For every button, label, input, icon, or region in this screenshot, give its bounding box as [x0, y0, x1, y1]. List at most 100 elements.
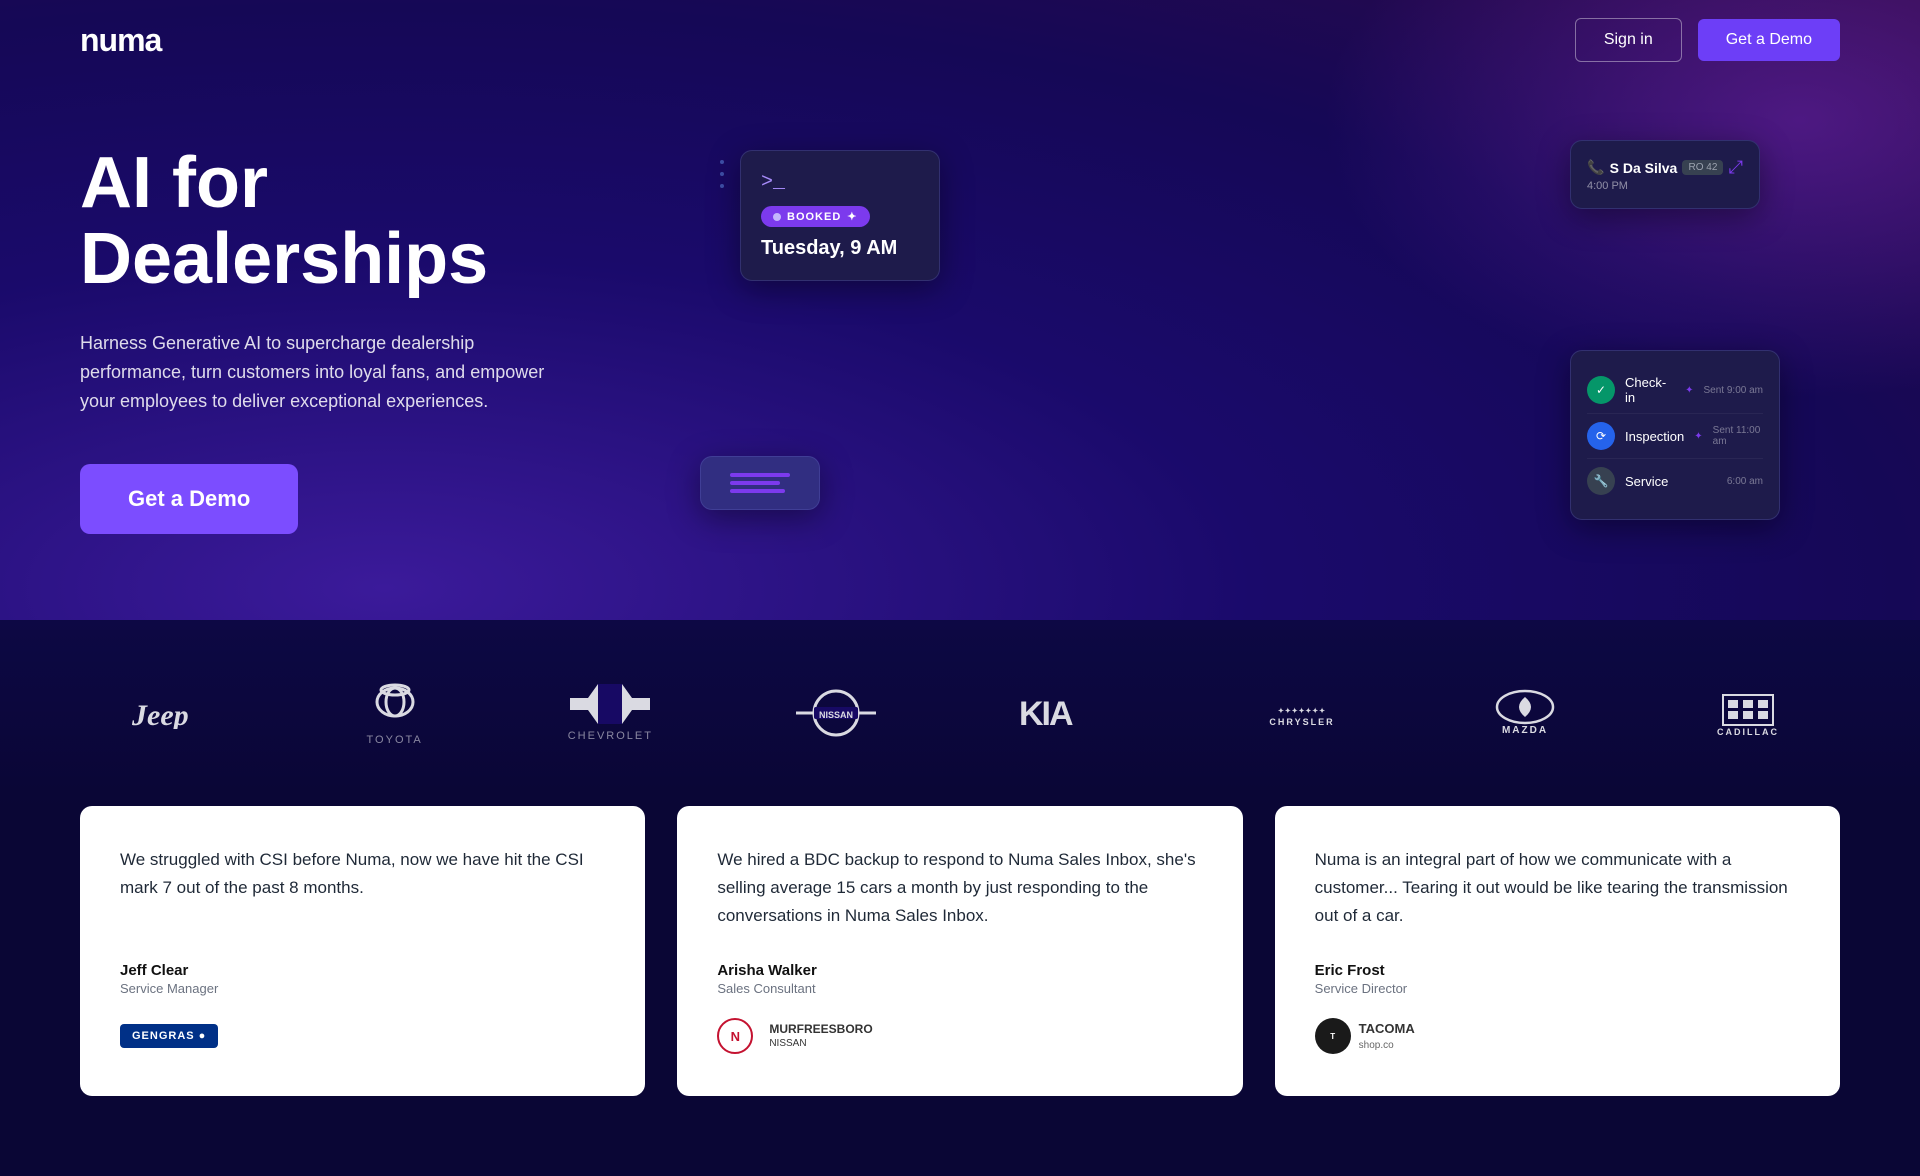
timeline-label-service: Service: [1625, 474, 1717, 489]
murfreesboro-text-block: MURFREESBORO NISSAN: [769, 1022, 872, 1051]
toyota-sub-label: TOYOTA: [367, 734, 423, 746]
contact-time: 4:00 PM: [1587, 180, 1743, 192]
timeline-dot-green: ✓: [1587, 376, 1615, 404]
chevrolet-sub-label: CHEVROLET: [568, 730, 653, 742]
testimonial-logo-1: GENGRAS ●: [120, 1016, 605, 1056]
testimonial-logo-2: N MURFREESBORO NISSAN: [717, 1016, 1202, 1056]
signin-button[interactable]: Sign in: [1575, 18, 1682, 62]
brand-jeep: Jeep: [132, 697, 222, 729]
tacoma-logo: T TACOMAshop.co: [1315, 1018, 1415, 1054]
svg-text:NISSAN: NISSAN: [819, 710, 853, 720]
gengras-logo: GENGRAS ●: [120, 1024, 218, 1048]
contact-name: S Da Silva: [1610, 160, 1678, 176]
contact-row: 📞 S Da Silva RO 42 ⤢: [1587, 157, 1743, 178]
jeep-logo-svg: Jeep: [132, 697, 222, 729]
testimonial-author-block-2: Arisha Walker Sales Consultant N MURFREE…: [717, 962, 1202, 1056]
brand-cadillac: CADILLAC: [1708, 687, 1788, 739]
timeline-sparkle-checkin: ✦: [1685, 385, 1693, 396]
hero-title: AI for Dealerships: [80, 146, 680, 297]
timeline-item-service: 🔧 Service 6:00 am: [1587, 459, 1763, 503]
mock-contact-card: 📞 S Da Silva RO 42 ⤢ 4:00 PM: [1570, 140, 1760, 209]
testimonial-role-2: Sales Consultant: [717, 981, 1202, 996]
msg-line-3: [730, 489, 785, 493]
mock-message-card: [700, 456, 820, 510]
cadillac-logo-svg: CADILLAC: [1708, 687, 1788, 739]
timeline-label-checkin: Check-in: [1625, 375, 1675, 405]
testimonial-text-3: Numa is an integral part of how we commu…: [1315, 846, 1800, 930]
dot: [720, 172, 724, 176]
brand-toyota: TOYOTA: [365, 680, 425, 746]
terminal-prompt-icon: >_: [761, 171, 919, 194]
brands-row: Jeep TOYOTA: [80, 680, 1840, 746]
brands-section: Jeep TOYOTA: [0, 620, 1920, 806]
svg-text:✦✦✦✦✦✦✦: ✦✦✦✦✦✦✦: [1278, 707, 1326, 715]
brand-mazda: MAZDA: [1485, 687, 1565, 739]
svg-text:Jeep: Jeep: [132, 699, 189, 729]
hero-left: AI for Dealerships Harness Generative AI…: [80, 146, 680, 534]
get-demo-hero-button[interactable]: Get a Demo: [80, 464, 298, 534]
testimonial-author-2: Arisha Walker: [717, 962, 1202, 979]
brand-chevrolet: CHEVROLET: [568, 684, 653, 742]
page-wrapper: numa Sign in Get a Demo AI for Dealershi…: [0, 0, 1920, 1176]
nav-right: Sign in Get a Demo: [1575, 18, 1840, 62]
testimonial-role-1: Service Manager: [120, 981, 605, 996]
testimonial-text-2: We hired a BDC backup to respond to Numa…: [717, 846, 1202, 930]
svg-text:KIA: KIA: [1019, 695, 1073, 731]
testimonial-logo-3: T TACOMAshop.co: [1315, 1016, 1800, 1056]
message-lines-icon: [730, 473, 790, 493]
timeline-dot-gray: 🔧: [1587, 467, 1615, 495]
msg-line-2: [730, 481, 780, 485]
testimonial-author-block-1: Jeff Clear Service Manager GENGRAS ●: [120, 962, 605, 1056]
msg-line-1: [730, 473, 790, 477]
nissan-small-logo: N: [717, 1018, 753, 1054]
testimonial-card-2: We hired a BDC backup to respond to Numa…: [677, 806, 1242, 1096]
svg-text:MAZDA: MAZDA: [1502, 725, 1548, 736]
timeline-time-checkin: Sent 9:00 am: [1704, 385, 1763, 396]
booked-star-icon: ✦: [847, 210, 857, 223]
hero-subtitle: Harness Generative AI to supercharge dea…: [80, 329, 560, 415]
mazda-logo-svg: MAZDA: [1485, 687, 1565, 739]
timeline-item-inspection: ⟳ Inspection ✦ Sent 11:00 am: [1587, 414, 1763, 459]
testimonials-grid: We struggled with CSI before Numa, now w…: [80, 806, 1840, 1096]
murfreesboro-text: MURFREESBORO: [769, 1022, 872, 1038]
testimonial-author-block-3: Eric Frost Service Director T TACOMAshop…: [1315, 962, 1800, 1056]
timeline-time-service: 6:00 am: [1727, 476, 1763, 487]
nissan-label: NISSAN: [769, 1037, 872, 1050]
testimonial-card-3: Numa is an integral part of how we commu…: [1275, 806, 1840, 1096]
nissan-logo-svg: NISSAN: [796, 689, 876, 737]
dot: [720, 160, 724, 164]
testimonials-section: We struggled with CSI before Numa, now w…: [0, 806, 1920, 1176]
mock-timeline-card: ✓ Check-in ✦ Sent 9:00 am ⟳ Inspection ✦…: [1570, 350, 1780, 520]
chevrolet-logo-svg: [570, 684, 650, 724]
brand-kia: KIA: [1019, 695, 1119, 731]
contact-ro-badge: RO 42: [1682, 160, 1723, 175]
expand-icon: ⤢: [1729, 157, 1743, 178]
navbar: numa Sign in Get a Demo: [0, 0, 1920, 80]
testimonial-role-3: Service Director: [1315, 981, 1800, 996]
testimonial-author-3: Eric Frost: [1315, 962, 1800, 979]
testimonial-text-1: We struggled with CSI before Numa, now w…: [120, 846, 605, 902]
get-demo-nav-button[interactable]: Get a Demo: [1698, 19, 1840, 61]
kia-logo-svg: KIA: [1019, 695, 1119, 731]
phone-icon: 📞: [1587, 159, 1604, 176]
testimonial-author-1: Jeff Clear: [120, 962, 605, 979]
svg-text:CHRYSLER: CHRYSLER: [1270, 717, 1335, 727]
testimonial-card-1: We struggled with CSI before Numa, now w…: [80, 806, 645, 1096]
brand-chrysler: ✦✦✦✦✦✦✦ CHRYSLER: [1262, 695, 1342, 731]
booked-label: BOOKED: [787, 211, 841, 223]
booked-badge-dot: [773, 213, 781, 221]
booked-badge: BOOKED ✦: [761, 206, 870, 227]
toyota-logo-svg: [365, 680, 425, 728]
brand-nissan: NISSAN: [796, 689, 876, 737]
logo: numa: [80, 22, 161, 59]
tacoma-text: TACOMAshop.co: [1359, 1021, 1415, 1051]
dot: [720, 184, 724, 188]
hero-section: AI for Dealerships Harness Generative AI…: [0, 80, 1920, 620]
timeline-sparkle-inspection: ✦: [1694, 431, 1702, 442]
mock-booking-card: >_ BOOKED ✦ Tuesday, 9 AM: [740, 150, 940, 281]
timeline-dot-blue: ⟳: [1587, 422, 1615, 450]
tacoma-badge-icon: T: [1315, 1018, 1351, 1054]
timeline-time-inspection: Sent 11:00 am: [1713, 425, 1763, 447]
chrysler-logo-svg: ✦✦✦✦✦✦✦ CHRYSLER: [1262, 695, 1342, 731]
timeline-label-inspection: Inspection: [1625, 429, 1684, 444]
